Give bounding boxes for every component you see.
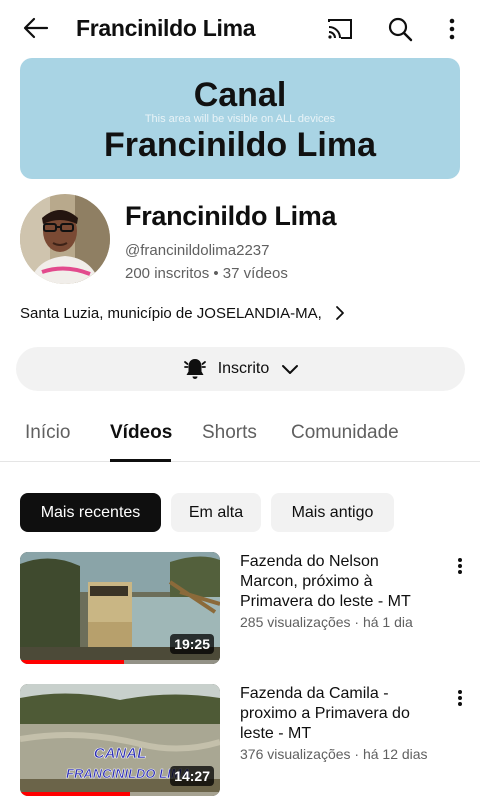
video-options-button[interactable] <box>448 686 472 710</box>
video-item[interactable]: 19:25 Fazenda do Nelson Marcon, próximo … <box>20 552 480 664</box>
active-tab-indicator <box>110 459 171 462</box>
search-button[interactable] <box>382 12 418 46</box>
bell-icon <box>183 359 206 379</box>
avatar-photo <box>20 194 110 284</box>
more-vert-icon <box>458 558 462 574</box>
video-item[interactable]: CANAL FRANCINILDO LIMA 14:27 Fazenda da … <box>20 684 480 796</box>
video-thumbnail[interactable]: 19:25 <box>20 552 220 664</box>
video-duration: 19:25 <box>170 634 214 654</box>
channel-description-link[interactable]: Santa Luzia, município de JOSELANDIA-MA, <box>20 302 460 324</box>
top-app-bar: Francinildo Lima <box>0 0 480 56</box>
video-title[interactable]: Fazenda do Nelson Marcon, próximo à Prim… <box>240 552 440 633</box>
chevron-right-icon <box>334 305 346 321</box>
tab-shorts[interactable]: Shorts <box>202 422 257 444</box>
tab-comunidade[interactable]: Comunidade <box>291 422 399 444</box>
filter-chip-recent[interactable]: Mais recentes <box>20 493 161 532</box>
more-vert-icon <box>449 18 455 40</box>
arrow-left-icon <box>23 17 49 39</box>
tab-videos[interactable]: Vídeos <box>110 422 172 444</box>
banner-title-line1: Canal <box>193 76 287 114</box>
subscribed-button[interactable]: Inscrito <box>16 347 465 391</box>
video-title[interactable]: Fazenda da Camila - proximo a Primavera … <box>240 684 440 765</box>
channel-description: Santa Luzia, município de JOSELANDIA-MA, <box>20 304 322 322</box>
channel-banner: Canal This area will be visible on ALL d… <box>20 58 460 179</box>
channel-avatar[interactable] <box>20 194 110 284</box>
thumbnail-overlay-line1: CANAL <box>94 745 147 762</box>
filter-chip-popular[interactable]: Em alta <box>171 493 261 532</box>
subscribed-label: Inscrito <box>217 360 270 377</box>
video-thumbnail[interactable]: CANAL FRANCINILDO LIMA 14:27 <box>20 684 220 796</box>
back-button[interactable] <box>18 12 54 44</box>
page-title: Francinildo Lima <box>76 15 256 41</box>
channel-tabs: Início Vídeos Shorts Comunidade <box>0 410 480 462</box>
more-vert-icon <box>458 690 462 706</box>
watch-progress-bar <box>20 660 124 664</box>
video-options-button[interactable] <box>448 554 472 578</box>
video-title-text: Fazenda da Camila - proximo a Primavera … <box>240 685 410 742</box>
watch-progress-bar <box>20 792 130 796</box>
video-meta: 376 visualizações · há 12 dias <box>240 746 428 762</box>
banner-safe-area-text: This area will be visible on ALL devices <box>144 113 336 125</box>
channel-stats: 200 inscritos • 37 vídeos <box>125 265 288 282</box>
video-title-text: Fazenda do Nelson Marcon, próximo à Prim… <box>240 553 411 610</box>
banner-title-line2: Francinildo Lima <box>103 126 377 164</box>
cast-icon <box>328 19 352 39</box>
chevron-down-icon <box>282 365 299 374</box>
channel-name: Francinildo Lima <box>125 201 337 231</box>
channel-handle: @francinildolima2237 <box>125 242 270 259</box>
tab-inicio[interactable]: Início <box>25 422 70 444</box>
search-icon <box>388 17 413 42</box>
cast-button[interactable] <box>322 12 358 46</box>
filter-chip-oldest[interactable]: Mais antigo <box>271 493 394 532</box>
video-meta: 285 visualizações · há 1 dia <box>240 614 413 630</box>
more-options-button[interactable] <box>440 12 464 46</box>
video-duration: 14:27 <box>170 766 214 786</box>
